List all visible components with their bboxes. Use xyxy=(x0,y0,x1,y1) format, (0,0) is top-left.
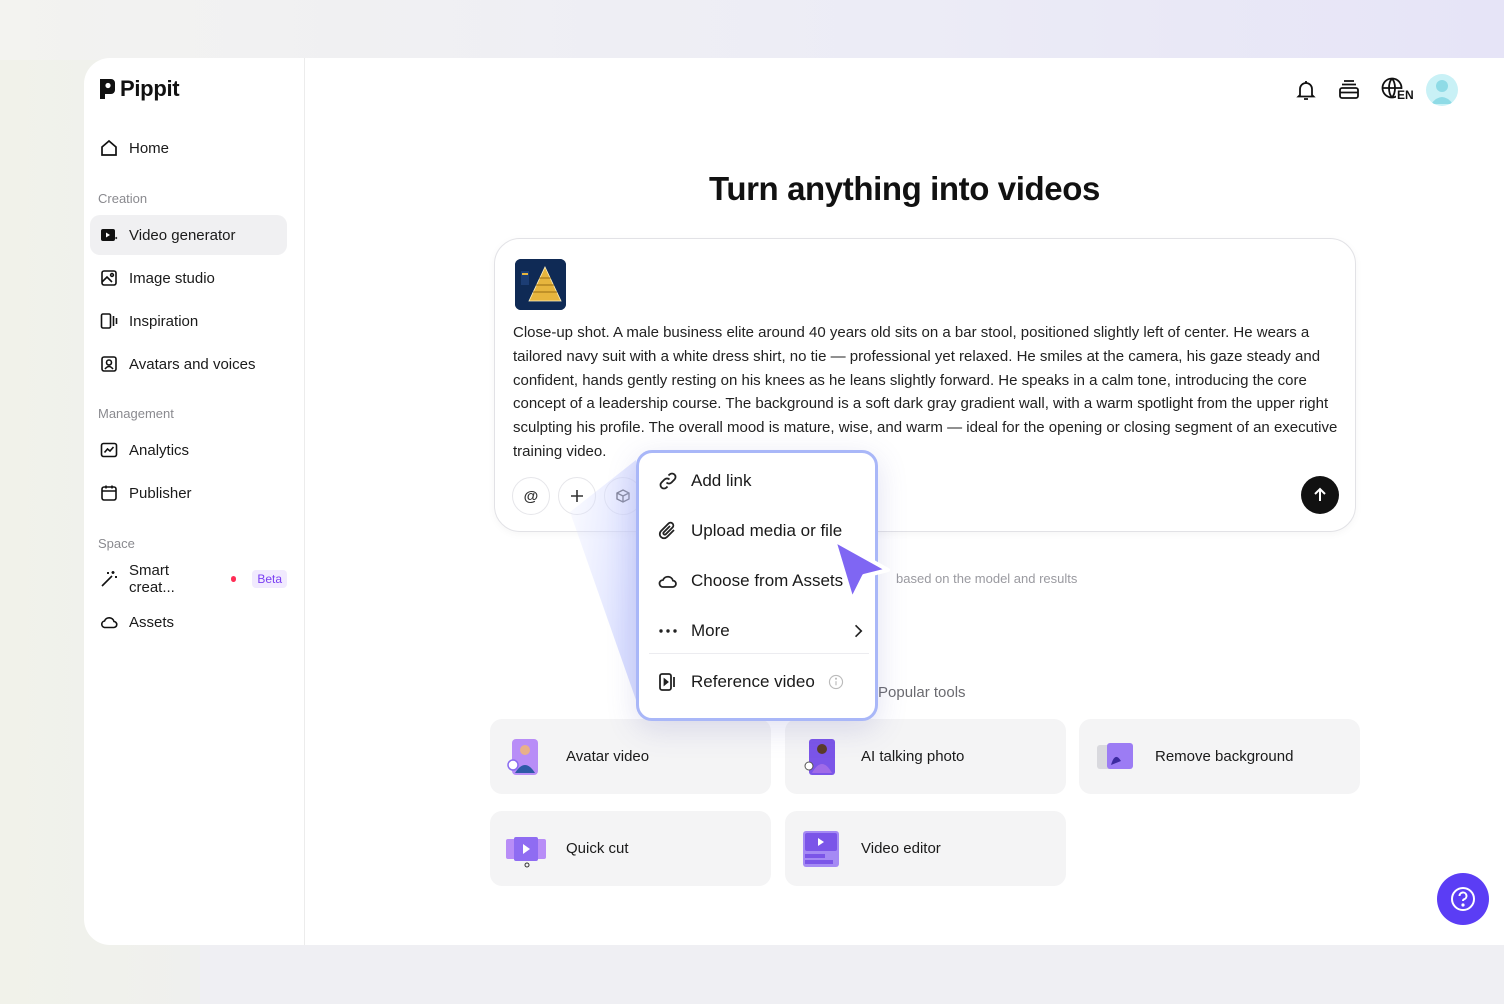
menu-item-label: Choose from Assets xyxy=(691,571,844,590)
tool-card-label: AI talking photo xyxy=(861,748,965,765)
subscription-button[interactable] xyxy=(1335,76,1363,104)
sidebar-item-label: Analytics xyxy=(129,441,190,459)
language-button[interactable]: EN xyxy=(1380,76,1415,104)
brand-name: Pippit xyxy=(120,76,180,101)
chevron-right-icon xyxy=(854,624,863,638)
add-button[interactable] xyxy=(558,477,596,515)
sidebar-item-label: Publisher xyxy=(129,484,192,502)
paperclip-icon xyxy=(658,521,675,540)
sidebar-item-label: Home xyxy=(129,139,170,157)
sidebar-item-home[interactable]: Home xyxy=(90,128,287,168)
page-title: Turn anything into videos xyxy=(709,170,1100,207)
popular-tools-label: Popular tools xyxy=(878,684,966,701)
disclaimer-text: based on the model and results xyxy=(896,571,1078,586)
send-button[interactable] xyxy=(1301,476,1339,514)
section-label-space: Space xyxy=(98,536,135,551)
tool-card-label: Avatar video xyxy=(566,748,650,765)
bell-icon xyxy=(1296,81,1316,100)
menu-item-reference-video[interactable]: Reference video xyxy=(657,664,867,700)
calendar-icon xyxy=(101,485,117,501)
section-label-creation: Creation xyxy=(98,191,148,206)
sidebar-item-smart-creation[interactable]: Smart creat... Beta xyxy=(90,559,287,599)
tool-card-ai-talking-photo[interactable]: AI talking photo xyxy=(785,719,1066,794)
sidebar-item-assets[interactable]: Assets xyxy=(90,602,287,642)
pyramid-thumbnail-icon xyxy=(515,259,566,310)
sidebar-item-inspiration[interactable]: Inspiration xyxy=(90,301,287,341)
sidebar: Pippit Home Creation Video generator Ima… xyxy=(84,58,305,945)
image-studio-icon xyxy=(101,270,117,286)
sidebar-item-label: Avatars and voices xyxy=(129,355,256,373)
user-icon xyxy=(1431,80,1453,104)
tool-card-quick-cut[interactable]: Quick cut xyxy=(490,811,771,886)
prompt-text[interactable]: Close-up shot. A male business elite aro… xyxy=(513,321,1343,464)
video-editor-icon xyxy=(803,830,839,867)
cloud-icon xyxy=(658,575,677,588)
tool-card-label: Remove background xyxy=(1155,748,1294,765)
menu-item-add-link[interactable]: Add link xyxy=(657,463,867,499)
menu-item-label: Upload media or file xyxy=(691,521,843,540)
attached-image-thumbnail[interactable] xyxy=(515,259,566,310)
analytics-icon xyxy=(100,442,118,458)
magic-wand-icon xyxy=(101,571,117,587)
menu-item-label: More xyxy=(691,621,730,640)
language-code: EN xyxy=(1396,88,1415,102)
prompt-box[interactable]: Close-up shot. A male business elite aro… xyxy=(494,238,1356,532)
notifications-button[interactable] xyxy=(1292,76,1320,104)
sidebar-item-label: Smart creat... xyxy=(129,562,175,596)
sidebar-item-publisher[interactable]: Publisher xyxy=(90,473,287,513)
arrow-up-icon xyxy=(1314,487,1326,501)
help-icon xyxy=(1451,887,1475,911)
avatar-icon xyxy=(101,356,117,372)
background-top xyxy=(0,0,1504,60)
link-icon xyxy=(659,472,677,490)
logo[interactable]: Pippit xyxy=(98,76,180,102)
plus-icon xyxy=(571,490,583,502)
sidebar-item-label: Inspiration xyxy=(129,312,199,330)
sidebar-item-label: Assets xyxy=(129,613,175,631)
avatar-video-icon xyxy=(507,738,538,775)
menu-item-label: Add link xyxy=(691,471,752,490)
sidebar-item-video-generator[interactable]: Video generator xyxy=(90,215,287,255)
at-icon: @ xyxy=(523,487,539,505)
menu-item-label: Reference video xyxy=(691,672,815,691)
menu-item-more[interactable]: More xyxy=(657,613,867,649)
info-icon[interactable] xyxy=(827,673,845,691)
cube-icon xyxy=(616,489,630,503)
menu-divider xyxy=(649,653,869,654)
tool-card-video-editor[interactable]: Video editor xyxy=(785,811,1066,886)
notification-dot xyxy=(230,576,237,582)
stack-icon xyxy=(1339,80,1359,99)
more-dots-icon xyxy=(659,629,677,633)
tool-card-label: Video editor xyxy=(861,840,941,857)
sidebar-item-label: Image studio xyxy=(129,269,215,287)
talking-photo-icon xyxy=(804,738,835,775)
pippit-logo-icon xyxy=(100,79,115,99)
section-label-management: Management xyxy=(98,406,174,421)
help-button[interactable] xyxy=(1437,873,1489,925)
sidebar-item-image-studio[interactable]: Image studio xyxy=(90,258,287,298)
mouse-cursor-icon xyxy=(832,538,890,602)
reference-video-icon xyxy=(659,673,675,691)
video-generator-icon xyxy=(101,229,118,241)
quick-cut-icon xyxy=(506,836,546,867)
beta-badge: Beta xyxy=(252,570,287,588)
tool-card-avatar-video[interactable]: Avatar video xyxy=(490,719,771,794)
sidebar-item-analytics[interactable]: Analytics xyxy=(90,430,287,470)
sidebar-item-label: Video generator xyxy=(129,226,236,244)
mention-button[interactable]: @ xyxy=(512,477,550,515)
user-avatar[interactable] xyxy=(1426,74,1458,106)
tool-card-remove-background[interactable]: Remove background xyxy=(1079,719,1360,794)
cloud-icon xyxy=(101,617,118,629)
sidebar-item-avatars-voices[interactable]: Avatars and voices xyxy=(90,344,287,384)
home-icon xyxy=(101,139,117,156)
inspiration-icon xyxy=(100,313,118,329)
tool-card-label: Quick cut xyxy=(566,840,629,857)
remove-background-icon xyxy=(1097,742,1133,769)
